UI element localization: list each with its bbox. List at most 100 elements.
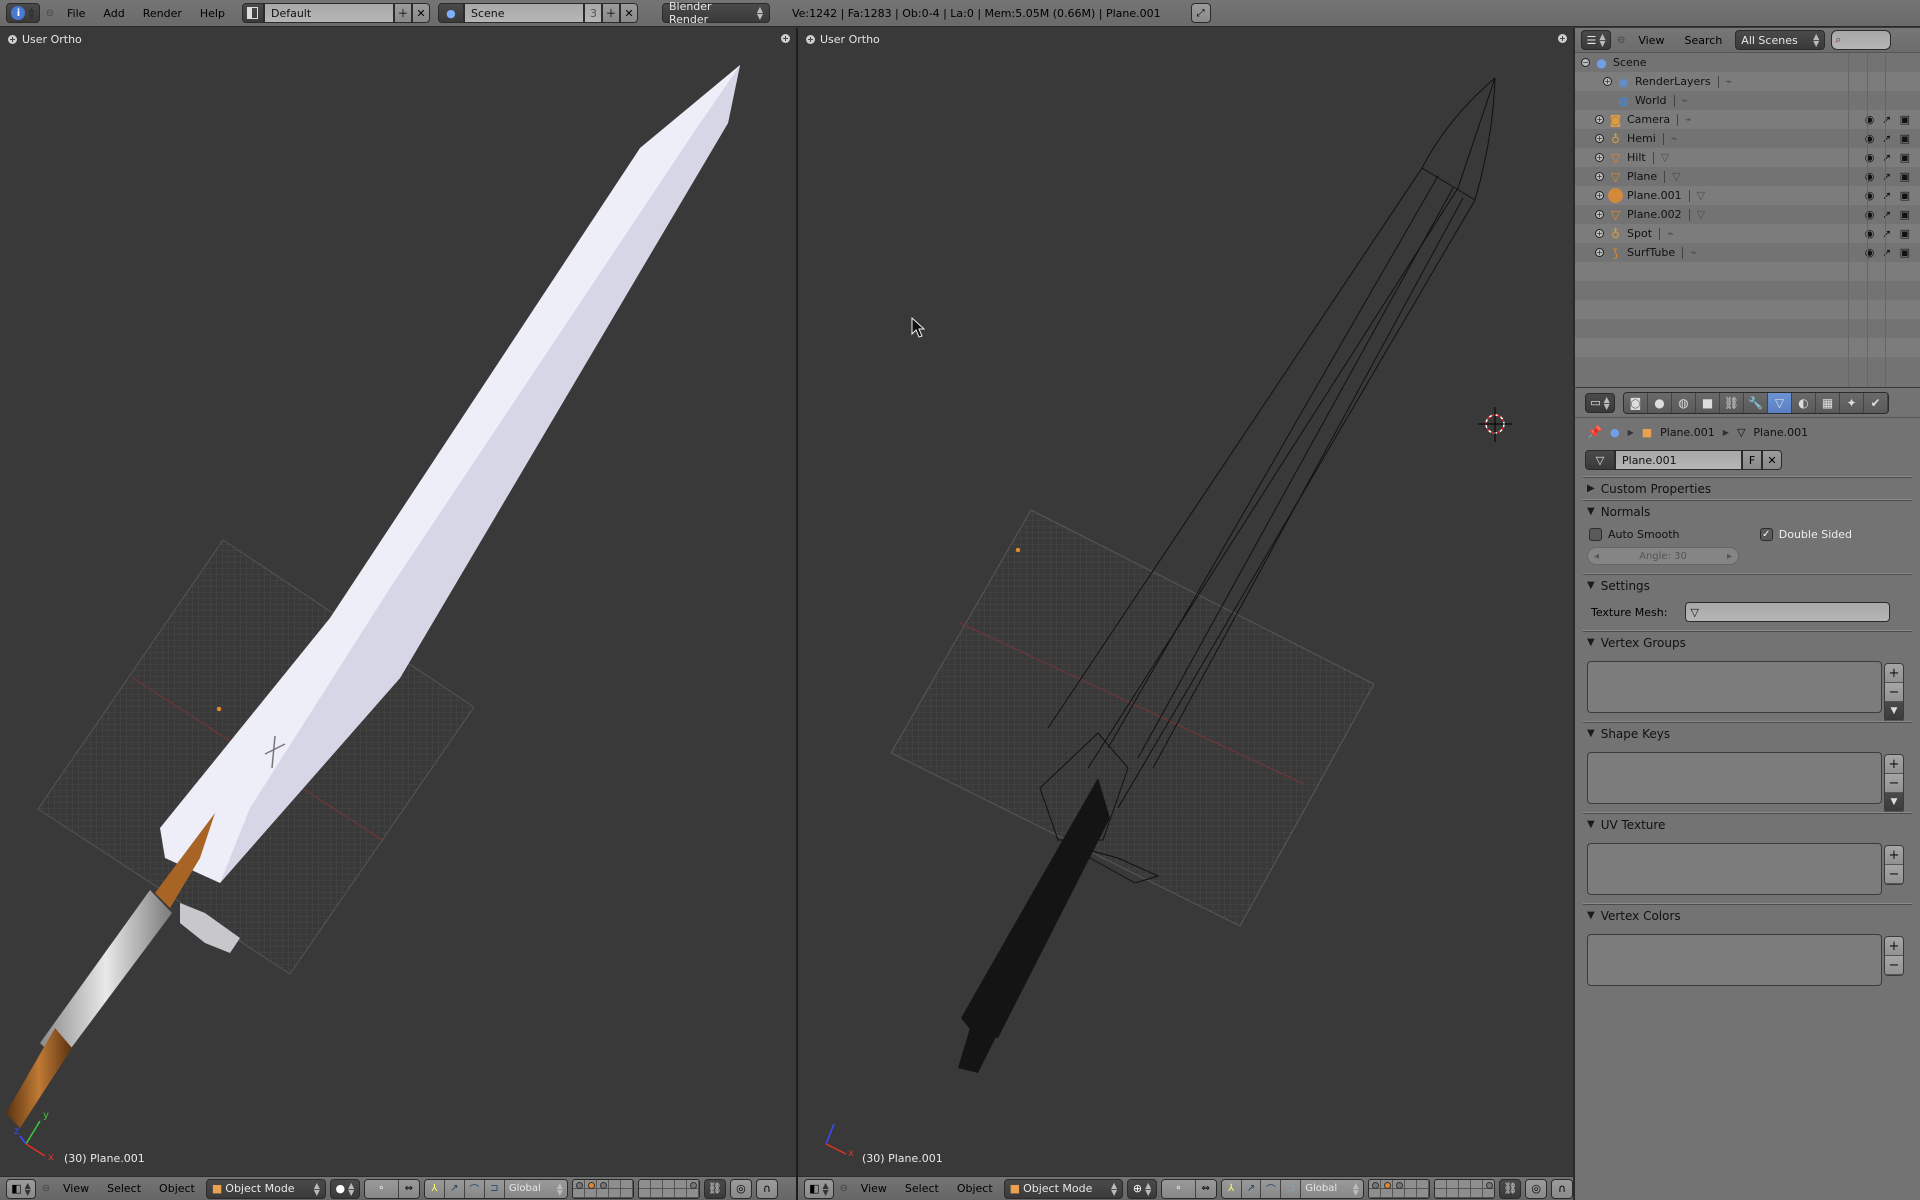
screen-layout-field[interactable]: Default [263,3,394,23]
mesh-name-field[interactable]: Plane.001 [1615,450,1742,470]
texture-mesh-field[interactable]: ▽ [1685,602,1891,622]
panel-header[interactable]: ▼ Vertex Colors [1583,904,1912,926]
panel-header[interactable]: ▼ Normals [1583,500,1912,522]
editor-type-button[interactable]: ◧ ▲ ▼ [804,1178,834,1199]
mode-dropdown[interactable]: ■ Object Mode ▲ ▼ [1003,1178,1124,1199]
pivot-point-dropdown[interactable]: ⚬ [364,1179,399,1198]
specials-menu-button[interactable]: ▼ [1885,793,1903,812]
editor-type-button[interactable]: ▭ ▲ ▼ [1585,392,1615,413]
expand-toggle-icon[interactable]: + [1595,172,1604,181]
rotate-manipulator[interactable]: ⌒ [464,1179,485,1198]
menu-view[interactable]: View [56,1182,96,1195]
viewport-left-canvas[interactable]: y z x [0,28,796,1176]
render-engine-dropdown[interactable]: Blender Render ▲ ▼ [661,0,770,26]
add-button[interactable]: + [1885,937,1903,956]
snap-button[interactable]: ∩ [1551,1178,1573,1199]
scene-field[interactable]: Scene [463,3,584,23]
add-button[interactable]: + [1885,755,1903,774]
auto-smooth-checkbox[interactable]: Auto Smooth [1589,528,1679,541]
scene-layers[interactable] [571,1178,634,1199]
menu-select[interactable]: Select [898,1182,946,1195]
expand-toggle-icon[interactable]: + [1603,77,1612,86]
remove-button[interactable]: − [1885,956,1903,975]
expand-toggle-icon[interactable]: + [1595,191,1604,200]
viewport-left[interactable]: + User Ortho + y z x (30) Plane.001 ◧ ▲ … [0,28,796,1200]
tab-render[interactable]: ◙ [1624,392,1648,413]
scene-layers[interactable] [1367,1178,1430,1199]
delete-screen-button[interactable]: ✕ [411,3,430,23]
tab-object[interactable]: ■ [1696,392,1720,413]
scale-manipulator[interactable]: ⊐ [484,1179,505,1198]
remove-button[interactable]: − [1885,774,1903,793]
specials-menu-button[interactable]: ▼ [1885,702,1903,721]
panel-header[interactable]: ▼ Vertex Groups [1583,631,1912,653]
translate-manipulator[interactable]: ↗ [1241,1179,1262,1198]
panel-header[interactable]: ▼ Shape Keys [1583,722,1912,744]
menu-file[interactable]: File [60,7,92,20]
shape-keys-list[interactable] [1587,752,1882,804]
vertex-colors-list[interactable] [1587,934,1882,986]
tab-texture[interactable]: ▦ [1816,392,1840,413]
double-sided-checkbox[interactable]: ✓ Double Sided [1759,528,1852,541]
menu-view[interactable]: View [1631,34,1671,47]
delete-scene-button[interactable]: ✕ [619,3,638,23]
menu-help[interactable]: Help [193,7,232,20]
tab-constraints[interactable]: ⛓ [1720,392,1744,413]
unlink-button[interactable]: ✕ [1762,450,1782,470]
mode-dropdown[interactable]: ■ Object Mode ▲ ▼ [205,1178,326,1199]
pivot-point-dropdown[interactable]: ⚬ [1161,1179,1196,1198]
scene-layers-2[interactable] [1433,1178,1496,1199]
fullscreen-toggle-button[interactable]: ⤢ [1190,3,1211,23]
panel-header[interactable]: ▶ Custom Properties [1583,477,1912,499]
expand-toggle-icon[interactable]: + [1595,229,1604,238]
remove-button[interactable]: − [1885,865,1903,884]
lock-layers-button[interactable]: ⛓ [703,1178,726,1199]
menu-view[interactable]: View [854,1182,894,1195]
collapse-menu-icon[interactable]: ⊖ [44,8,56,19]
remove-button[interactable]: − [1885,683,1903,702]
manipulator-toggle[interactable]: ⅄ [1221,1179,1242,1198]
menu-add[interactable]: Add [96,7,131,20]
tab-material[interactable]: ◐ [1792,392,1816,413]
outliner-search-input[interactable]: ⌕ [1831,30,1892,50]
collapse-menu-icon[interactable]: ⊖ [838,1183,850,1194]
menu-render[interactable]: Render [136,7,189,20]
expand-toggle-icon[interactable]: + [1595,115,1604,124]
screen-layout-browse[interactable] [241,3,264,23]
uv-texture-list[interactable] [1587,843,1882,895]
manipulate-center-button[interactable]: ⇔ [398,1179,419,1198]
viewport-shading-dropdown[interactable]: ⊕ ▲ ▼ [1127,1178,1157,1199]
expand-toggle-icon[interactable]: + [1595,210,1604,219]
snap-button[interactable]: ∩ [755,1178,778,1199]
add-button[interactable]: + [1885,664,1903,683]
collapse-menu-icon[interactable]: ⊖ [40,1183,52,1194]
orientation-dropdown[interactable]: Global ▲ ▼ [504,1179,567,1198]
add-button[interactable]: + [1885,846,1903,865]
manipulate-center-button[interactable]: ⇔ [1195,1179,1216,1198]
tab-data[interactable]: ▽ [1768,392,1792,413]
tab-particles[interactable]: ✦ [1840,392,1864,413]
add-scene-button[interactable]: ＋ [601,3,620,23]
menu-object[interactable]: Object [950,1182,1000,1195]
rotate-manipulator[interactable]: ⌒ [1261,1179,1282,1198]
panel-header[interactable]: ▼ Settings [1583,574,1912,596]
add-screen-button[interactable]: ＋ [393,3,412,23]
proportional-edit-button[interactable]: ◎ [1525,1178,1548,1199]
expand-toggle-icon[interactable]: + [1595,134,1604,143]
panel-header[interactable]: ▼ UV Texture [1583,813,1912,835]
collapse-toggle-icon[interactable]: − [1581,58,1590,67]
pin-icon[interactable]: 📌 [1587,425,1602,439]
tab-physics[interactable]: ✔ [1864,392,1888,413]
expand-toggle-icon[interactable]: + [1595,248,1604,257]
editor-type-button[interactable]: ◧ ▲ ▼ [6,1178,36,1199]
scene-layers-2[interactable] [637,1178,700,1199]
tab-world[interactable]: ◍ [1672,392,1696,413]
mesh-browse-button[interactable]: ▽ [1585,450,1615,470]
editor-type-button[interactable]: i ▲ ▼ [6,3,40,23]
tab-modifiers[interactable]: 🔧 [1744,392,1768,413]
tab-scene[interactable]: ● [1648,392,1672,413]
display-mode-dropdown[interactable]: All Scenes ▲ ▼ [1735,30,1826,50]
viewport-right-canvas[interactable]: x [798,28,1573,1176]
proportional-edit-button[interactable]: ◎ [729,1178,752,1199]
manipulator-toggle[interactable]: ⅄ [424,1179,445,1198]
